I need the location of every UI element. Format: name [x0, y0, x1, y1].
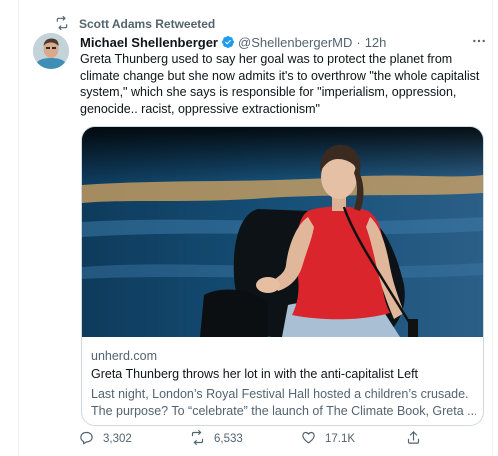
- heart-icon: [301, 430, 325, 448]
- card-title[interactable]: Greta Thunberg throws her lot in with th…: [91, 367, 418, 381]
- separator-dot: ·: [356, 34, 361, 50]
- share-icon: [406, 430, 430, 448]
- retweet-button[interactable]: 6,533: [190, 430, 243, 448]
- link-card[interactable]: unherd.com Greta Thunberg throws her lot…: [81, 126, 484, 426]
- reply-button[interactable]: 3,302: [79, 430, 132, 448]
- card-domain: unherd.com: [91, 349, 158, 363]
- timeline-border-right: [492, 0, 493, 456]
- like-button[interactable]: 17.1K: [301, 430, 355, 448]
- retweet-banner-text[interactable]: Scott Adams Retweeted: [79, 17, 215, 31]
- tweet-text: Greta Thunberg used to say her goal was …: [80, 52, 480, 117]
- share-button[interactable]: [406, 430, 430, 448]
- avatar[interactable]: [33, 33, 69, 69]
- tweet-actions: 3,302 6,533 17.1K: [19, 430, 492, 450]
- card-image[interactable]: [82, 127, 483, 337]
- author-name[interactable]: Michael Shellenberger: [80, 35, 218, 50]
- reply-count: 3,302: [103, 433, 132, 445]
- retweet-icon: [55, 15, 71, 32]
- card-description: Last night, London’s Royal Festival Hall…: [91, 386, 476, 420]
- card-description-line: The purpose? To “celebrate” the launch o…: [91, 404, 476, 418]
- verified-badge-icon: [221, 35, 235, 49]
- like-count: 17.1K: [325, 433, 356, 445]
- retweet-count: 6,533: [214, 433, 243, 445]
- retweet-icon: [190, 430, 214, 448]
- card-description-line: Last night, London’s Royal Festival Hall…: [91, 387, 469, 401]
- author-handle[interactable]: @ShellenbergerMD: [238, 35, 352, 50]
- tweet-timestamp[interactable]: 12h: [365, 35, 387, 50]
- tweet-header: Michael Shellenberger @ShellenbergerMD ·…: [80, 33, 386, 51]
- more-options-button[interactable]: [470, 34, 488, 52]
- card-body[interactable]: unherd.com Greta Thunberg throws her lot…: [82, 337, 483, 425]
- tweet[interactable]: Scott Adams Retweeted Michael Shellenber…: [19, 0, 492, 456]
- reply-icon: [79, 430, 103, 448]
- retweet-banner[interactable]: Scott Adams Retweeted: [55, 15, 215, 32]
